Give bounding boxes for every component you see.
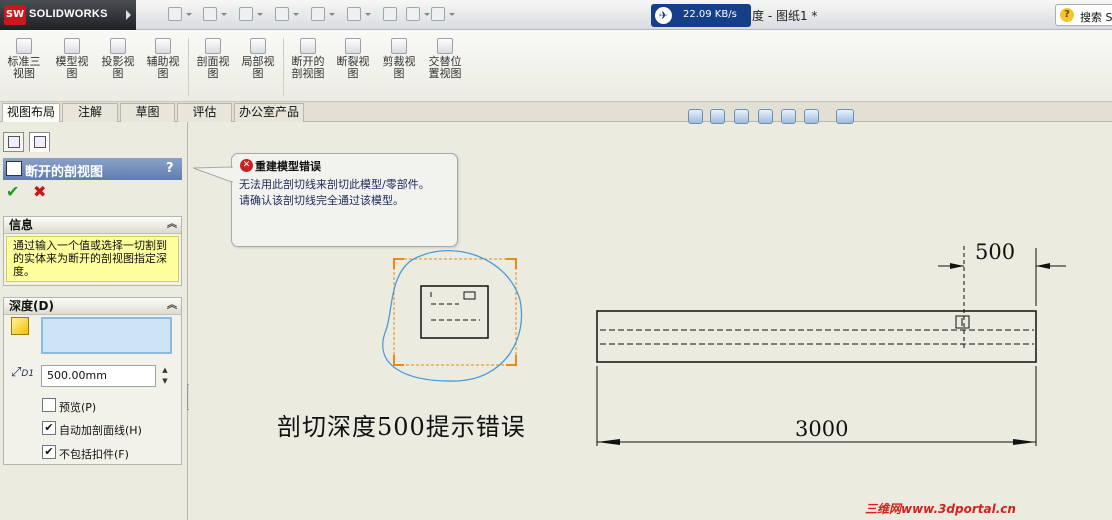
preview-label: 预览(P) bbox=[59, 401, 97, 414]
display-style-icon[interactable] bbox=[781, 109, 796, 124]
speed-bird-icon: ✈ bbox=[655, 7, 672, 24]
property-manager-icon bbox=[34, 136, 46, 148]
print-icon[interactable] bbox=[275, 7, 299, 21]
network-speed-widget: ✈ 22.09 KB/s bbox=[651, 4, 751, 27]
watermark: 三维网www.3dportal.cn bbox=[865, 502, 1016, 516]
depth-input[interactable]: 500.00mm bbox=[41, 365, 156, 387]
document-title: 度 - 图纸1 * bbox=[752, 9, 818, 23]
panel-header: 断开的剖视图 ? bbox=[3, 158, 182, 180]
help-button[interactable]: ? bbox=[166, 161, 174, 176]
solidworks-logo-icon: SW bbox=[4, 5, 26, 25]
auxiliary-view-button[interactable]: 辅助视 图 bbox=[143, 38, 183, 80]
broken-out-section-icon bbox=[300, 38, 316, 54]
length-dimension-text[interactable]: 3000 bbox=[795, 417, 848, 441]
zoom-to-selection-icon[interactable] bbox=[734, 109, 749, 124]
section-view-button[interactable]: 剖面视 图 bbox=[193, 38, 233, 80]
cancel-button[interactable]: ✖ bbox=[33, 184, 49, 200]
break-view-icon bbox=[345, 38, 361, 54]
rotate-icon[interactable] bbox=[758, 109, 773, 124]
exclude-fasteners-checkbox[interactable]: ✔ bbox=[42, 445, 56, 459]
auto-hatch-checkbox[interactable]: ✔ bbox=[42, 421, 56, 435]
depth-dimension-icon: ⤢D1 bbox=[11, 365, 35, 380]
drawing-caption: 剖切深度500提示错误 bbox=[277, 413, 526, 441]
depth-reference-selection[interactable] bbox=[41, 317, 172, 354]
detail-view-icon bbox=[250, 38, 266, 54]
depth-spinner[interactable]: ▲ ▼ bbox=[158, 365, 172, 387]
info-group: 信息 ︽ 通过输入一个值或选择一切割到的实体来为断开的剖视图指定深度。 bbox=[3, 216, 182, 286]
auto-hatch-label: 自动加剖面线(H) bbox=[59, 424, 142, 437]
tab-view-layout[interactable]: 视图布局 bbox=[2, 103, 60, 122]
help-search-icon: ? bbox=[1060, 8, 1074, 22]
projected-view-icon bbox=[110, 38, 126, 54]
alternate-position-view-icon bbox=[437, 38, 453, 54]
select-icon[interactable] bbox=[347, 7, 371, 21]
model-view-button[interactable]: 模型视 图 bbox=[52, 38, 92, 80]
depth-group-header[interactable]: 深度(D) ︽ bbox=[4, 298, 181, 315]
hide-show-icon[interactable] bbox=[804, 109, 819, 124]
section-view-icon bbox=[205, 38, 221, 54]
options-icon[interactable] bbox=[431, 7, 455, 21]
model-view-icon bbox=[64, 38, 80, 54]
command-tabs: 视图布局 注解 草图 评估 办公室产品 bbox=[0, 102, 1112, 122]
auxiliary-view-icon bbox=[155, 38, 171, 54]
feature-tree-icon bbox=[8, 136, 20, 148]
break-view-button[interactable]: 断裂视 图 bbox=[333, 38, 373, 80]
solidworks-menu-button[interactable]: SW SOLIDWORKS bbox=[0, 0, 136, 30]
alternate-position-view-button[interactable]: 交替位 置视图 bbox=[424, 38, 466, 80]
title-bar: SW SOLIDWORKS ✈ 22.09 KB/s 度 - 图纸1 * ? 搜… bbox=[0, 0, 1112, 30]
view-settings-icon[interactable] bbox=[836, 109, 854, 124]
zoom-to-fit-icon[interactable] bbox=[688, 109, 703, 124]
panel-title: 断开的剖视图 bbox=[25, 165, 104, 180]
broken-out-section-button[interactable]: 断开的 剖视图 bbox=[287, 38, 329, 80]
ribbon-divider bbox=[188, 38, 189, 96]
tab-office-products[interactable]: 办公室产品 bbox=[234, 103, 304, 122]
collapse-chevron-icon[interactable]: ︽ bbox=[167, 298, 177, 314]
open-icon[interactable] bbox=[203, 7, 227, 21]
property-manager: 断开的剖视图 ? ✔ ✖ 信息 ︽ 通过输入一个值或选择一切割到的实体来为断开的剖… bbox=[0, 122, 188, 520]
rebuild-error-callout: ✕ 重建模型错误 无法用此剖切线来剖切此模型/零部件。 请确认该剖切线完全通过该… bbox=[231, 153, 458, 247]
info-group-header[interactable]: 信息 ︽ bbox=[4, 217, 181, 234]
projected-view-button[interactable]: 投影视 图 bbox=[98, 38, 138, 80]
info-message: 通过输入一个值或选择一切割到的实体来为断开的剖视图指定深度。 bbox=[6, 236, 179, 282]
exclude-fasteners-label: 不包括扣件(F) bbox=[59, 448, 129, 461]
callout-title: 重建模型错误 bbox=[255, 160, 321, 173]
ribbon-divider bbox=[283, 38, 284, 96]
depth-reference-icon bbox=[11, 317, 29, 335]
collapse-chevron-icon[interactable]: ︽ bbox=[167, 217, 177, 233]
ok-button[interactable]: ✔ bbox=[6, 184, 22, 200]
standard-three-view-button[interactable]: 标准三 视图 bbox=[4, 38, 44, 80]
menu-arrow-icon bbox=[126, 10, 131, 20]
brand-name: SOLIDWORKS bbox=[29, 8, 108, 20]
dim-icon-label: D1 bbox=[21, 369, 35, 379]
detail-view-button[interactable]: 局部视 图 bbox=[238, 38, 278, 80]
net-speed-text: 22.09 KB/s bbox=[683, 9, 737, 20]
depth-header-label: 深度(D) bbox=[9, 299, 54, 313]
command-manager: 标准三 视图 模型视 图 投影视 图 辅助视 图 剖面视 图 局部视 图 断开的… bbox=[0, 30, 1112, 102]
undo-icon[interactable] bbox=[311, 7, 335, 21]
zoom-to-area-icon[interactable] bbox=[710, 109, 725, 124]
property-manager-tab[interactable] bbox=[29, 132, 50, 152]
info-header-label: 信息 bbox=[9, 218, 34, 232]
tab-annotation[interactable]: 注解 bbox=[62, 103, 118, 122]
tab-sketch[interactable]: 草图 bbox=[120, 103, 175, 122]
search-label: 搜索 S bbox=[1080, 11, 1112, 24]
depth-dimension-text[interactable]: 500 bbox=[975, 240, 1015, 264]
crop-view-button[interactable]: 剪裁视 图 bbox=[379, 38, 419, 80]
rebuild-icon[interactable] bbox=[383, 7, 397, 21]
file-properties-icon[interactable] bbox=[406, 7, 430, 21]
feature-tree-tab[interactable] bbox=[3, 132, 24, 152]
crop-view-icon bbox=[391, 38, 407, 54]
standard-three-view-icon bbox=[16, 38, 32, 54]
search-box[interactable]: ? 搜索 S bbox=[1055, 4, 1112, 26]
callout-message: 无法用此剖切线来剖切此模型/零部件。 请确认该剖切线完全通过该模型。 bbox=[239, 178, 430, 207]
error-icon: ✕ bbox=[240, 159, 253, 172]
new-document-icon[interactable] bbox=[168, 7, 192, 21]
broken-out-section-icon bbox=[6, 161, 22, 176]
save-icon[interactable] bbox=[239, 7, 263, 21]
tab-evaluate[interactable]: 评估 bbox=[177, 103, 232, 122]
preview-checkbox[interactable] bbox=[42, 398, 56, 412]
